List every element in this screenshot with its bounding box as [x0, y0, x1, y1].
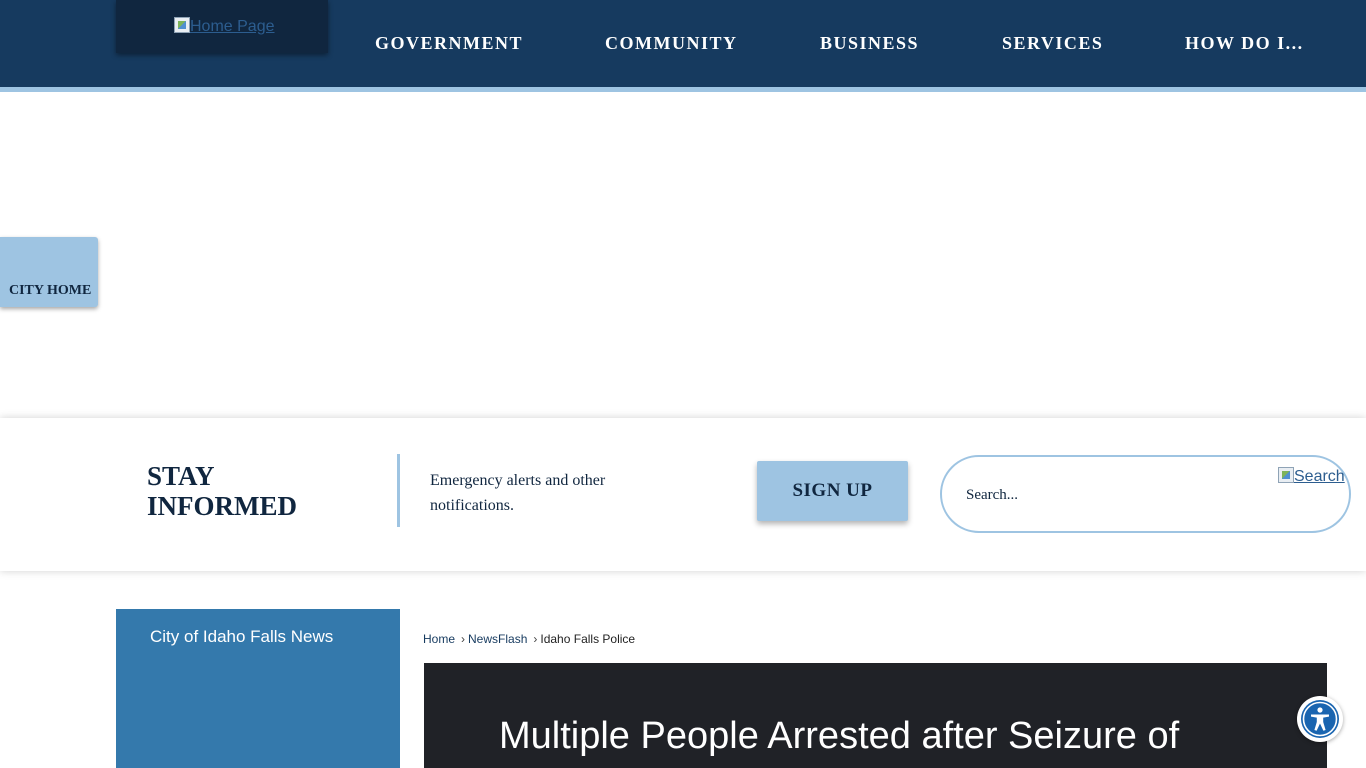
search-button-alt-text: Search	[1294, 468, 1345, 485]
nav-item-community[interactable]: COMMUNITY	[605, 33, 738, 54]
city-home-tab[interactable]: CITY HOME	[0, 237, 98, 307]
stay-informed-divider	[397, 454, 400, 527]
breadcrumb-newsflash[interactable]: NewsFlash	[468, 632, 527, 646]
accessibility-icon	[1301, 700, 1339, 738]
nav-item-services[interactable]: SERVICES	[1002, 33, 1103, 54]
nav-item-how-do-i[interactable]: HOW DO I...	[1185, 33, 1304, 54]
broken-image-icon	[174, 17, 190, 33]
sign-up-button[interactable]: SIGN UP	[757, 461, 908, 521]
stay-informed-bar: STAY INFORMED Emergency alerts and other…	[0, 418, 1366, 571]
search-button[interactable]: Search	[1278, 467, 1345, 486]
stay-informed-title: STAY INFORMED	[147, 461, 297, 521]
breadcrumb: Home › NewsFlash › Idaho Falls Police	[423, 632, 635, 646]
breadcrumb-separator-icon: ›	[533, 632, 538, 646]
breadcrumb-home[interactable]: Home	[423, 632, 455, 646]
logo-box[interactable]: Home Page	[116, 0, 328, 53]
broken-image-icon	[1278, 467, 1294, 483]
article-header: Multiple People Arrested after Seizure o…	[424, 663, 1327, 768]
search-box: Search	[940, 455, 1351, 533]
stay-informed-description: Emergency alerts and other notifications…	[430, 472, 606, 514]
side-nav-item-city-news[interactable]: City of Idaho Falls News	[150, 627, 333, 647]
breadcrumb-current: Idaho Falls Police	[540, 632, 636, 646]
nav-item-government[interactable]: GOVERNMENT	[375, 33, 523, 54]
article-title: Multiple People Arrested after Seizure o…	[499, 715, 1180, 757]
accessibility-button[interactable]	[1297, 696, 1343, 742]
side-nav: City of Idaho Falls News	[116, 609, 400, 768]
nav-item-business[interactable]: BUSINESS	[820, 33, 919, 54]
logo-alt-text: Home Page	[190, 18, 275, 35]
header-accent-stripe	[0, 87, 1366, 92]
home-page-logo-link[interactable]: Home Page	[174, 17, 275, 36]
search-input[interactable]	[966, 481, 1266, 509]
site-header: Home Page GOVERNMENT COMMUNITY BUSINESS …	[0, 0, 1366, 87]
breadcrumb-separator-icon: ›	[461, 632, 466, 646]
city-home-label: CITY HOME	[9, 283, 92, 298]
